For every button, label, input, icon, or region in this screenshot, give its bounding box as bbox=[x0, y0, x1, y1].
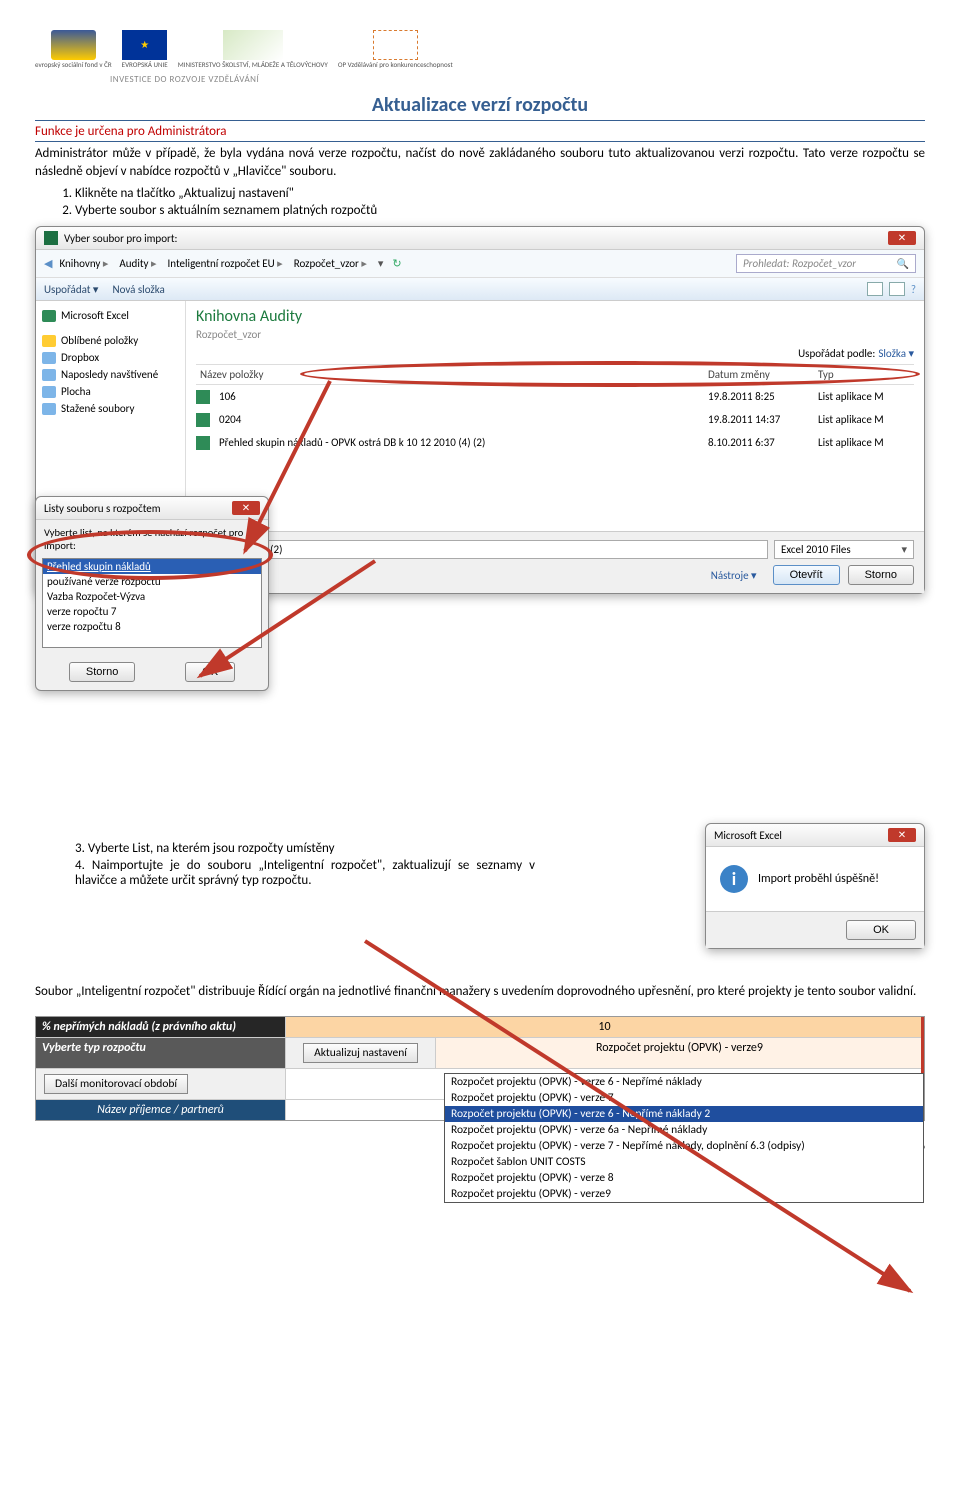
row-label: % nepřímých nákladů (z právního aktu) bbox=[36, 1017, 286, 1037]
logo-op: OP Vzdělávání pro konkurenceschopnost bbox=[338, 30, 453, 69]
library-title: Knihovna Audity bbox=[196, 307, 914, 326]
step-4: 4. Naimportujte je do souboru „Inteligen… bbox=[75, 858, 535, 888]
sidebar-item[interactable]: Naposledy navštívené bbox=[42, 366, 179, 383]
organize-button[interactable]: Uspořádat ▾ bbox=[44, 283, 98, 296]
dialog-titlebar: Microsoft Excel ✕ bbox=[706, 824, 924, 847]
xlsx-icon bbox=[196, 436, 210, 450]
new-folder-button[interactable]: Nová složka bbox=[112, 283, 164, 296]
dialog-title: Vyber soubor pro import: bbox=[64, 232, 177, 245]
info-icon: i bbox=[720, 865, 748, 893]
sidebar-item[interactable]: Plocha bbox=[42, 383, 179, 400]
investice-tagline: INVESTICE DO ROZVOJE VZDĚLÁVÁNÍ bbox=[110, 74, 925, 85]
nav-back-icon[interactable]: ◀ bbox=[44, 257, 52, 270]
search-input[interactable]: Prohledat: Rozpočet_vzor bbox=[736, 254, 916, 273]
step-3: 3. Vyberte List, na kterém jsou rozpočty… bbox=[75, 841, 535, 856]
sidebar-item[interactable]: Dropbox bbox=[42, 349, 179, 366]
xlsx-icon bbox=[196, 390, 210, 404]
dialog-toolbar: Uspořádat ▾ Nová složka ? bbox=[36, 278, 924, 301]
close-icon[interactable]: ✕ bbox=[888, 828, 916, 842]
view-mode-icon[interactable] bbox=[867, 282, 883, 296]
filetype-combo[interactable]: Excel 2010 Files bbox=[774, 540, 914, 559]
logo-eu: EVROPSKÁ UNIE bbox=[122, 30, 168, 69]
dialog-titlebar: Vyber soubor pro import: ✕ bbox=[36, 227, 924, 250]
cancel-button[interactable]: Storno bbox=[69, 662, 135, 682]
help-icon[interactable]: ? bbox=[911, 283, 916, 296]
xlsx-icon bbox=[196, 413, 210, 427]
logo-msmt: MINISTERSTVO ŠKOLSTVÍ, MLÁDEŽE A TĚLOVÝC… bbox=[178, 30, 328, 69]
breadcrumb[interactable]: ◀ Knihovny Audity Inteligentní rozpočet … bbox=[36, 250, 924, 278]
header-logos: evropský sociální fond v ČR EVROPSKÁ UNI… bbox=[35, 30, 925, 69]
dialog-titlebar: Listy souboru s rozpočtem ✕ bbox=[36, 497, 268, 520]
library-subtitle: Rozpočet_vzor bbox=[196, 328, 914, 341]
folder-icon bbox=[42, 352, 56, 364]
tools-button[interactable]: Nástroje ▾ bbox=[703, 566, 765, 585]
steps-list-b: 3. Vyberte List, na kterém jsou rozpočty… bbox=[75, 841, 535, 888]
open-button[interactable]: Otevřít bbox=[773, 565, 840, 585]
star-icon bbox=[42, 335, 56, 347]
row-label: Vyberte typ rozpočtu bbox=[36, 1038, 286, 1068]
sidebar-item[interactable]: Microsoft Excel bbox=[42, 307, 179, 324]
logo-esf: evropský sociální fond v ČR bbox=[35, 30, 112, 69]
row-label: Název příjemce / partnerů bbox=[36, 1100, 286, 1120]
step-1: Klikněte na tlačítko „Aktualizuj nastave… bbox=[75, 186, 925, 201]
sidebar-item[interactable]: Oblíbené položky bbox=[42, 332, 179, 349]
folder-icon bbox=[42, 386, 56, 398]
cancel-button[interactable]: Storno bbox=[848, 565, 914, 585]
arrow-annotation bbox=[355, 931, 935, 1311]
folder-icon bbox=[42, 369, 56, 381]
page-title: Aktualizace verzí rozpočtu bbox=[35, 93, 925, 121]
sidebar-item[interactable]: Stažené soubory bbox=[42, 400, 179, 417]
preview-pane-icon[interactable] bbox=[889, 282, 905, 296]
callout-ellipse bbox=[300, 361, 920, 387]
close-icon[interactable]: ✕ bbox=[888, 231, 916, 245]
next-period-button[interactable]: Další monitorovací období bbox=[44, 1074, 188, 1094]
function-note: Funkce je určena pro Administrátora bbox=[35, 124, 925, 142]
msgbox-text: Import proběhl úspěšně! bbox=[758, 872, 879, 886]
intro-paragraph: Administrátor může v případě, že byla vy… bbox=[35, 145, 925, 180]
excel-icon bbox=[42, 310, 56, 322]
folder-icon bbox=[42, 403, 56, 415]
arrow-annotation bbox=[185, 551, 385, 691]
step-2: Vyberte soubor s aktuálním seznamem plat… bbox=[75, 203, 925, 218]
sort-by-link[interactable]: Složka ▾ bbox=[878, 347, 914, 360]
refresh-icon[interactable]: ↻ bbox=[392, 257, 401, 270]
steps-list-a: Klikněte na tlačítko „Aktualizuj nastave… bbox=[75, 186, 925, 218]
excel-icon bbox=[44, 231, 58, 245]
